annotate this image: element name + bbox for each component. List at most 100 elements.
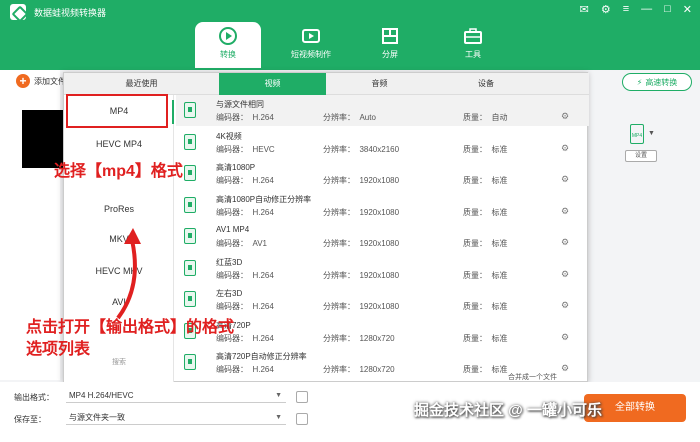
preset-quality: 质量： 标准: [463, 239, 508, 248]
preset-resolution: 分辨率： 1920x1080: [323, 270, 400, 280]
preset-name: 红蓝3D: [216, 257, 243, 267]
video-file-icon: [184, 133, 196, 150]
convert-icon: [219, 27, 237, 45]
settings-button[interactable]: 设置: [625, 150, 657, 162]
preset-resolution: 分辨率： 1280x720: [323, 333, 395, 343]
tab-split-screen-label: 分屏: [382, 50, 398, 59]
video-icon: [302, 29, 320, 43]
format-preset-row[interactable]: 与源文件相同编码器： H.264 分辨率： Auto 质量： 自动 ⚙: [176, 95, 589, 126]
output-format-icon[interactable]: MP4: [630, 124, 644, 144]
gear-icon[interactable]: ⚙: [561, 111, 569, 122]
minimize-icon[interactable]: —: [641, 3, 652, 16]
format-preset-row[interactable]: 高清720P 编码器： H.264 分辨率： 1280x720 质量： 标准 ⚙: [176, 316, 589, 347]
preset-quality: 质量： 标准: [463, 365, 508, 374]
gear-icon[interactable]: ⚙: [561, 332, 569, 343]
toolbox-icon: [464, 28, 482, 44]
lightning-icon: ⚡: [636, 77, 643, 87]
preset-quality: 质量： 标准: [463, 144, 508, 154]
format-preset-row[interactable]: 高清1080P 编码器： H.264 分辨率： 1920x1080 质量： 标准 ⚙: [176, 158, 589, 189]
gear-icon[interactable]: ⚙: [601, 3, 611, 16]
split-icon: [382, 28, 398, 44]
right-pane: [588, 70, 700, 380]
video-file-icon: [184, 291, 196, 307]
preset-resolution: 分辨率： 3840x2160: [323, 144, 400, 154]
preset-quality: 质量： 标准: [463, 333, 508, 343]
folder-icon[interactable]: [296, 413, 308, 425]
format-settings-icon[interactable]: [296, 391, 308, 403]
preset-name: 高清1080P自动修正分辨率: [216, 194, 312, 204]
category-hevc-mp4[interactable]: HEVC MP4: [64, 139, 174, 149]
tab-convert-label: 转换: [220, 50, 236, 59]
preset-resolution: 分辨率： 1920x1080: [323, 207, 400, 217]
tab-convert[interactable]: 转换: [195, 22, 261, 68]
watermark: 掘金技术社区 @ 一罐小可乐: [414, 402, 602, 419]
preset-quality: 质量： 标准: [463, 270, 508, 280]
tab-tools[interactable]: 工具: [440, 22, 506, 68]
gear-icon[interactable]: ⚙: [561, 300, 569, 311]
gear-icon[interactable]: ⚙: [561, 206, 569, 217]
window-controls: ✉ ⚙ ≡ — □ ✕: [580, 3, 692, 16]
video-file-icon: [184, 102, 196, 118]
preset-name: 左右3D: [216, 289, 243, 298]
preset-encoder: 编码器： H.264: [216, 207, 274, 217]
add-file-button[interactable]: + 添加文件: [16, 74, 66, 88]
annotation-arrow-icon: [116, 228, 141, 320]
preset-resolution: 分辨率： 1920x1080: [323, 302, 400, 311]
speed-convert-button[interactable]: ⚡ 高速转换: [622, 73, 692, 91]
tab-audio[interactable]: 音频: [326, 73, 433, 95]
preset-name: AV1 MP4: [216, 225, 250, 234]
output-format-value: MP4 H.264/HEVC: [69, 391, 134, 400]
gear-icon[interactable]: ⚙: [561, 174, 569, 185]
format-preset-row[interactable]: 左右3D 编码器： H.264 分辨率： 1920x1080 质量： 标准 ⚙: [176, 284, 589, 315]
tab-short-video-label: 短视频制作: [291, 50, 331, 59]
close-icon[interactable]: ✕: [683, 3, 692, 16]
preset-encoder: 编码器： H.264: [216, 113, 274, 122]
format-preset-row[interactable]: 高清1080P自动修正分辨率 编码器： H.264 分辨率： 1920x1080 质量…: [176, 190, 589, 221]
save-to-select[interactable]: 与源文件夹一致 ▼: [66, 411, 286, 425]
preset-quality: 质量： 自动: [463, 113, 508, 122]
preset-encoder: 编码器： H.264: [216, 365, 274, 374]
tab-tools-label: 工具: [465, 50, 481, 59]
gear-icon[interactable]: ⚙: [561, 363, 569, 374]
preset-quality: 质量： 标准: [463, 176, 508, 185]
preset-resolution: 分辨率： Auto: [323, 113, 376, 122]
category-prores[interactable]: ProRes: [64, 204, 174, 214]
preset-encoder: 编码器： HEVC: [216, 144, 275, 154]
tab-recent[interactable]: 最近使用: [64, 73, 219, 95]
preset-resolution: 分辨率： 1920x1080: [323, 239, 400, 248]
format-preset-list: 与源文件相同 编码器： H.264 分辨率： Auto 质量： 自动 ⚙ 4K视频 编码器：…: [176, 95, 589, 383]
menu-icon[interactable]: ≡: [623, 3, 629, 16]
tab-device[interactable]: 设备: [433, 73, 539, 95]
speed-convert-label: 高速转换: [645, 77, 678, 87]
highlight-mp4: [66, 94, 168, 128]
gear-icon[interactable]: ⚙: [561, 269, 569, 280]
preset-name: 与源文件相同: [216, 100, 264, 109]
save-to-value: 与源文件夹一致: [69, 413, 125, 422]
preset-encoder: 编码器： H.264: [216, 270, 274, 280]
preset-name: 高清720P自动修正分辨率: [216, 352, 307, 361]
message-icon[interactable]: ✉: [580, 3, 589, 16]
popup-tabs: 最近使用 视频 音频 设备: [64, 73, 589, 95]
maximize-icon[interactable]: □: [664, 3, 671, 16]
gear-icon[interactable]: ⚙: [561, 237, 569, 248]
chevron-down-icon[interactable]: ▼: [648, 130, 655, 137]
gear-icon[interactable]: ⚙: [561, 143, 569, 154]
add-file-label: 添加文件: [34, 76, 66, 86]
video-file-icon: [184, 259, 196, 276]
preset-name: 高清1080P: [216, 163, 256, 172]
tab-short-video[interactable]: 短视频制作: [278, 22, 344, 68]
chevron-down-icon: ▼: [275, 414, 282, 421]
format-preset-row[interactable]: 红蓝3D 编码器： H.264 分辨率： 1920x1080 质量： 标准 ⚙: [176, 253, 589, 284]
output-format-select[interactable]: MP4 H.264/HEVC ▼: [66, 389, 286, 403]
selected-category-indicator: [172, 100, 174, 124]
plus-icon: +: [16, 74, 30, 88]
tab-video[interactable]: 视频: [219, 73, 326, 95]
video-file-icon: [184, 228, 196, 244]
merge-checkbox[interactable]: 合并成一个文件: [508, 372, 557, 382]
preset-quality: 质量： 标准: [463, 302, 508, 311]
preset-name: 4K视频: [216, 131, 242, 141]
tab-split-screen[interactable]: 分屏: [357, 22, 423, 68]
format-preset-row[interactable]: AV1 MP4 编码器： AV1 分辨率： 1920x1080 质量： 标准 ⚙: [176, 221, 589, 252]
format-preset-row[interactable]: 4K视频编码器： HEVC 分辨率： 3840x2160 质量： 标准 ⚙: [176, 127, 589, 158]
output-format-label: 输出格式：: [14, 393, 54, 402]
